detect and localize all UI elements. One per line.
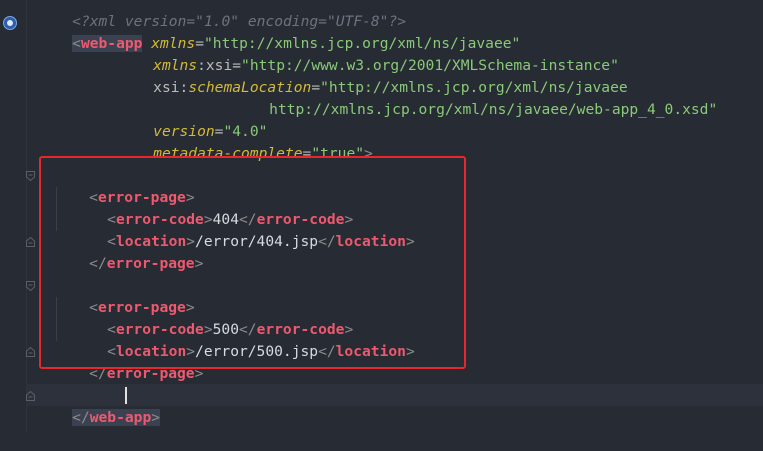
fold-open-icon[interactable] xyxy=(26,281,35,291)
fold-close-icon[interactable] xyxy=(26,237,35,247)
colon: : xyxy=(179,79,189,96)
code-line-web-app-open[interactable]: <web-app xmlns="http://xmlns.jcp.org/xml… xyxy=(37,11,520,52)
code-editor[interactable]: <?xml version="1.0" encoding="UTF-8"?> <… xyxy=(0,0,763,433)
gutter-divider xyxy=(26,0,27,433)
annotation-highlight-box xyxy=(39,156,466,369)
code-line-metadata-complete[interactable]: metadata-complete="true"> xyxy=(118,121,373,162)
code-line-schema-continuation[interactable]: http://xmlns.jcp.org/xml/ns/javaee/web-a… xyxy=(234,77,717,118)
code-line-xmlns-xsi[interactable]: xmlns:xsi="http://www.w3.org/2001/XMLSch… xyxy=(118,33,619,74)
code-line-web-app-close[interactable]: </web-app> xyxy=(37,385,161,426)
code-line-version[interactable]: version="4.0" xyxy=(118,99,267,140)
spring-bean-icon[interactable] xyxy=(3,16,17,30)
editor-gutter[interactable] xyxy=(0,0,26,433)
fold-close-icon[interactable] xyxy=(26,347,35,357)
text-caret xyxy=(125,387,127,404)
open-bracket: </ xyxy=(72,409,90,426)
attr-value-continuation: http://xmlns.jcp.org/xml/ns/javaee/web-a… xyxy=(269,101,718,118)
code-line-schema-location[interactable]: xsi:schemaLocation="http://xmlns.jcp.org… xyxy=(118,55,628,96)
root-tag-name: web-app xyxy=(89,409,152,426)
fold-close-icon[interactable] xyxy=(26,391,35,401)
open-bracket: < xyxy=(72,35,81,52)
fold-open-icon[interactable] xyxy=(26,171,35,181)
close-bracket: > xyxy=(151,409,161,426)
xml-declaration-line[interactable]: <?xml version="1.0" encoding="UTF-8"?> xyxy=(37,0,406,30)
attr-prefix: xsi xyxy=(153,79,180,96)
